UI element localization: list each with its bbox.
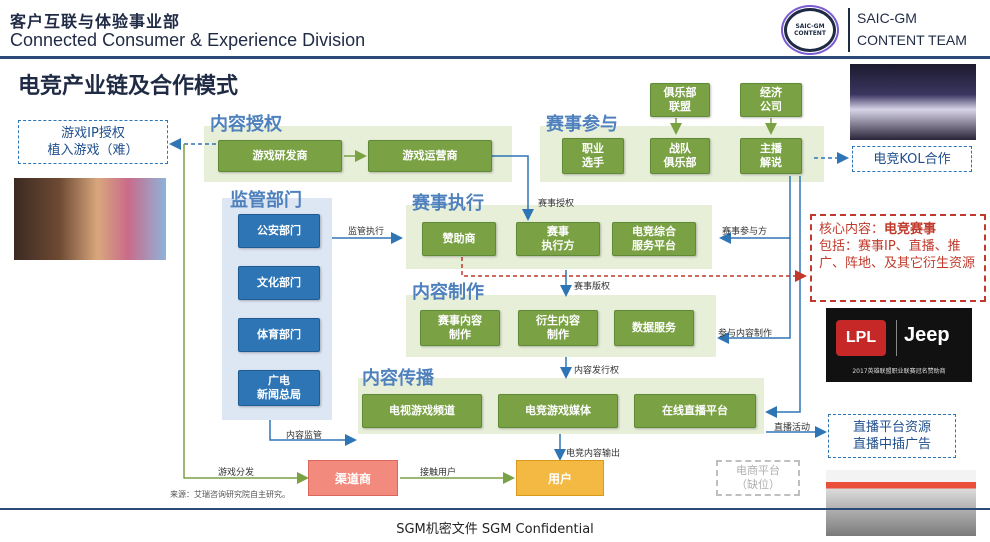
callout-kol: 电竞KOL合作: [852, 146, 972, 172]
node-tv-channel: 电视游戏频道: [362, 394, 482, 428]
sponsor-divider: [896, 320, 897, 356]
callout-game-ip: 游戏IP授权 植入游戏（难）: [18, 120, 168, 164]
footer-confidential: SGM机密文件 SGM Confidential: [396, 522, 594, 537]
node-game-dev: 游戏研发商: [218, 140, 342, 172]
node-radio-tv: 广电 新闻总局: [238, 370, 320, 406]
core-title-prefix: 核心内容：: [819, 222, 885, 237]
node-derivative-content: 衍生内容 制作: [518, 310, 598, 346]
node-esports-platform: 电竞综合 服务平台: [612, 222, 696, 256]
node-event-content: 赛事内容 制作: [420, 310, 500, 346]
label-event-rights: 赛事版权: [574, 282, 611, 292]
node-sponsor: 赞助商: [422, 222, 496, 256]
label-live-activity: 直播活动: [774, 423, 811, 433]
node-live-platform: 在线直播平台: [634, 394, 756, 428]
callout-live-resource: 直播平台资源 直播中插广告: [828, 414, 956, 458]
label-reach-user: 接触用户: [420, 468, 457, 478]
node-host-commentary: 主播 解说: [740, 138, 802, 174]
node-channel-dealer: 渠道商: [308, 460, 398, 496]
footer-divider: [0, 508, 990, 510]
label-event-participate: 赛事参与方: [722, 227, 768, 237]
node-event-exec: 赛事 执行方: [516, 222, 600, 256]
label-esports-output: 电竞内容输出: [566, 449, 621, 459]
node-pro-players: 职业 选手: [562, 138, 624, 174]
esports-team-photo: [850, 64, 976, 140]
callout-core-content: 核心内容：电竞赛事 包括：赛事IP、直播、推广、阵地、及其它衍生资源: [810, 214, 986, 302]
core-title-em: 电竞赛事: [884, 222, 937, 237]
label-content-issue: 内容发行权: [574, 366, 620, 376]
node-culture: 文化部门: [238, 266, 320, 300]
label-event-license: 赛事授权: [538, 199, 575, 209]
node-game-op: 游戏运营商: [368, 140, 492, 172]
node-data-service: 数据服务: [614, 310, 694, 346]
label-content-supervise: 内容监管: [286, 431, 323, 441]
node-sports: 体育部门: [238, 318, 320, 352]
jeep-logo: Jeep: [904, 324, 950, 346]
source-note: 来源：艾瑞咨询研究院自主研究。: [170, 490, 290, 499]
node-economy-co: 经济 公司: [740, 83, 802, 117]
core-body: 包括：赛事IP、直播、推广、阵地、及其它衍生资源: [819, 239, 976, 271]
node-team-club: 战队 俱乐部: [650, 138, 710, 174]
label-participate-content: 参与内容制作: [718, 329, 773, 339]
game-ad-photo: [14, 178, 166, 260]
node-ecommerce: 电商平台 （缺位）: [716, 460, 800, 496]
node-user: 用户: [516, 460, 604, 496]
label-supervise-exec: 监管执行: [348, 227, 385, 237]
lpl-logo: LPL: [836, 320, 886, 356]
node-club-league: 俱乐部 联盟: [650, 83, 710, 117]
label-game-distribution: 游戏分发: [218, 468, 255, 478]
node-public-security: 公安部门: [238, 214, 320, 248]
sponsor-caption: 2017英雄联盟职业联赛冠名赞助商: [852, 368, 946, 375]
sponsor-image: LPL Jeep 2017英雄联盟职业联赛冠名赞助商: [826, 308, 972, 382]
node-esports-media: 电竞游戏媒体: [498, 394, 618, 428]
